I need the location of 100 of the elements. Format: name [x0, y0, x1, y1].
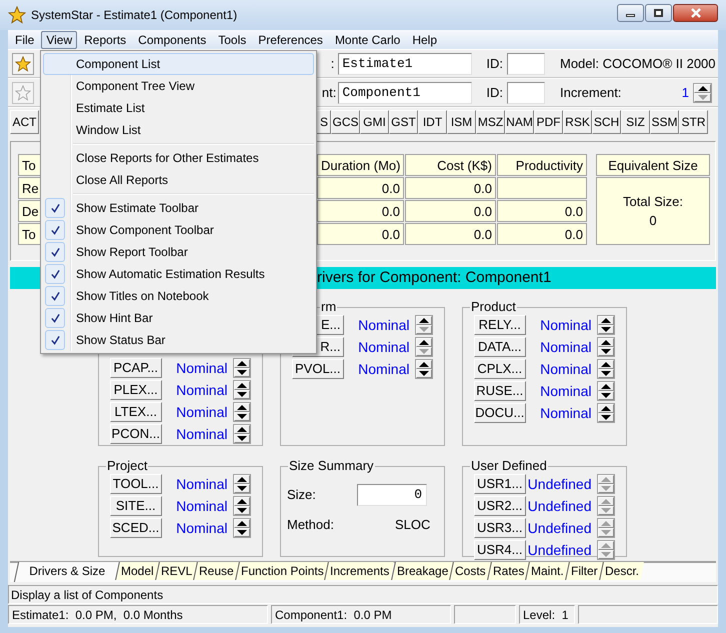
notebook-tab[interactable]: Rates — [486, 562, 530, 580]
menu-item[interactable]: Preferences — [253, 30, 328, 48]
maximize-button[interactable] — [645, 4, 672, 22]
menu-item[interactable]: Component List — [43, 53, 314, 75]
check-icon — [45, 220, 65, 240]
notebook-tab[interactable]: Maint. — [525, 562, 569, 580]
driver-button[interactable]: PVOL... — [292, 359, 344, 379]
component-name-field[interactable]: Component1 — [338, 82, 472, 104]
driver-button[interactable]: RUSE... — [474, 381, 526, 401]
field-label: : — [330, 54, 334, 73]
spin-button[interactable] — [232, 358, 251, 378]
report-button[interactable]: GST — [389, 110, 418, 134]
spin-button[interactable] — [232, 424, 251, 444]
maximize-icon — [654, 9, 663, 17]
report-button[interactable]: IDT — [418, 110, 447, 134]
minimize-button[interactable] — [617, 4, 644, 22]
spin-button[interactable] — [596, 381, 615, 401]
rating-value: Nominal — [175, 496, 228, 516]
spin-button[interactable] — [414, 337, 433, 357]
spin-button[interactable] — [414, 359, 433, 379]
driver-button[interactable]: LTEX... — [110, 402, 162, 422]
menu-item[interactable]: Estimate List — [43, 97, 314, 119]
estimate-name-field[interactable]: Estimate1 — [338, 52, 472, 74]
menu-item[interactable]: Help — [407, 30, 442, 48]
driver-button[interactable]: PCAP... — [110, 358, 162, 378]
driver-button[interactable]: PLEX... — [110, 380, 162, 400]
check-icon — [45, 264, 65, 284]
menu-item[interactable]: View — [41, 30, 78, 48]
star-button[interactable] — [12, 82, 34, 104]
table-cell: 0.0 — [405, 200, 496, 222]
notebook-tab[interactable]: Drivers & Size — [14, 562, 120, 582]
spin-button[interactable] — [693, 82, 712, 102]
notebook-tab[interactable]: REVL — [154, 562, 197, 580]
spin-button[interactable] — [596, 315, 615, 335]
spin-button[interactable] — [596, 403, 615, 423]
rating-value: Nominal — [175, 424, 228, 444]
driver-button[interactable]: USR2... — [474, 496, 526, 516]
notebook-tab[interactable]: Filter — [565, 562, 603, 580]
report-button[interactable]: RSK — [563, 110, 592, 134]
report-button[interactable]: NAM — [505, 110, 534, 134]
spin-button[interactable] — [596, 337, 615, 357]
table-cell: 0.0 — [317, 200, 404, 222]
menu-item[interactable]: Reports — [79, 30, 132, 48]
new-estimate-button[interactable] — [12, 52, 34, 74]
report-button[interactable]: SIZ — [621, 110, 650, 134]
field-label: ID: — [486, 84, 503, 102]
spin-button[interactable] — [232, 380, 251, 400]
driver-button[interactable]: USR1... — [474, 474, 526, 494]
spin-button[interactable] — [232, 496, 251, 516]
driver-button[interactable]: SITE... — [110, 496, 162, 516]
size-field[interactable]: 0 — [357, 484, 427, 506]
estimate-id-field[interactable] — [507, 52, 545, 74]
app-star-icon — [8, 6, 26, 24]
driver-button[interactable]: TOOL... — [110, 474, 162, 494]
notebook-tab[interactable]: Breakage — [390, 562, 454, 580]
report-button[interactable]: ACT — [10, 110, 39, 134]
driver-button[interactable]: DATA... — [474, 337, 526, 357]
close-button[interactable] — [673, 4, 718, 22]
status-pane: Component1: 0.0 PM — [271, 605, 451, 624]
rating-value: Nominal — [539, 338, 592, 356]
spin-button[interactable] — [232, 402, 251, 422]
driver-button[interactable]: RELY... — [474, 315, 526, 335]
menu-item[interactable]: Components — [133, 30, 212, 48]
notebook-tab[interactable]: Function Points — [234, 562, 328, 580]
menu-item[interactable]: Show Estimate Toolbar — [43, 197, 314, 219]
notebook-tab[interactable]: Model — [115, 562, 159, 580]
rating-value: Nominal — [175, 474, 228, 494]
driver-button[interactable]: USR4... — [474, 540, 526, 560]
report-button[interactable]: SSM — [650, 110, 679, 134]
rating-value: Nominal — [175, 402, 228, 422]
menu-item[interactable]: Component Tree View — [43, 75, 314, 97]
menu-item[interactable]: Tools — [213, 30, 252, 48]
menu-item[interactable]: File — [10, 30, 40, 48]
notebook-tab[interactable]: Increments — [324, 562, 395, 580]
menu-item[interactable]: Window List — [43, 119, 314, 141]
driver-button[interactable]: PCON... — [110, 424, 162, 444]
report-button[interactable]: PDF — [534, 110, 563, 134]
driver-button[interactable]: DOCU... — [474, 403, 526, 423]
report-button[interactable]: SCH — [592, 110, 621, 134]
report-button[interactable]: ISM — [447, 110, 476, 134]
check-icon — [45, 308, 65, 328]
menu-item[interactable]: Monte Carlo — [330, 30, 406, 48]
spin-button[interactable] — [596, 359, 615, 379]
rating-value: Nominal — [357, 316, 410, 334]
spin-button[interactable] — [414, 315, 433, 335]
notebook-tab[interactable]: Descr. — [598, 562, 644, 580]
spin-button[interactable] — [232, 474, 251, 494]
driver-button[interactable]: USR3... — [474, 518, 526, 538]
driver-button[interactable]: SCED... — [110, 518, 162, 538]
notebook-tab[interactable]: Costs — [449, 562, 491, 580]
report-button[interactable]: GMI — [360, 110, 389, 134]
driver-button[interactable]: CPLX... — [474, 359, 526, 379]
rating-value: Undefined — [526, 496, 592, 516]
report-button[interactable]: STR — [679, 110, 708, 134]
report-button[interactable]: GCS — [331, 110, 360, 134]
component-id-field[interactable] — [507, 82, 545, 104]
spin-button[interactable] — [232, 518, 251, 538]
report-button[interactable]: MSZ — [476, 110, 505, 134]
notebook-tab[interactable]: Reuse — [193, 562, 239, 580]
up-arrow-icon — [698, 86, 708, 90]
